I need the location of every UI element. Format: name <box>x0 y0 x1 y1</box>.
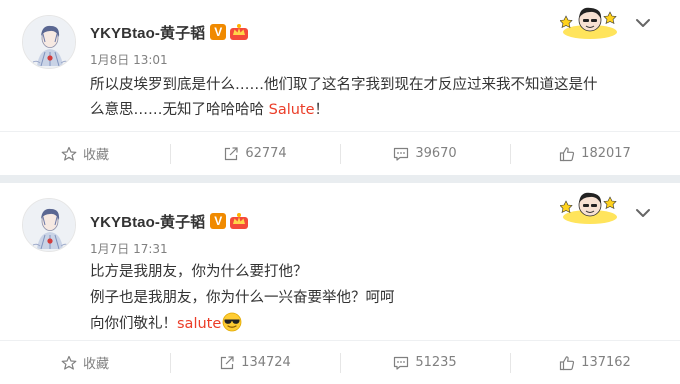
chevron-down-icon[interactable] <box>634 204 652 222</box>
weibo-feed: YKYBtao-黄子韬 1月8日 13:01 所以皮埃罗到底是什么……他们取了这… <box>0 0 680 384</box>
post-text-segment: 向你们敬礼！ <box>90 316 177 332</box>
like-button[interactable]: 182017 <box>510 132 680 175</box>
thumbs-up-icon <box>560 355 575 370</box>
author-name[interactable]: YKYBtao-黄子韬 <box>90 22 205 43</box>
comment-bubble-icon <box>394 356 409 370</box>
post-timestamp[interactable]: 1月7日 17:31 <box>90 240 168 257</box>
highlight-text[interactable]: Salute <box>269 102 315 118</box>
author-name[interactable]: YKYBtao-黄子韬 <box>90 211 205 232</box>
post-text-line: 所以皮埃罗到底是什么……他们取了这名字我到现在才反应过来我不知道这是什 <box>90 77 598 93</box>
repost-count: 134724 <box>241 355 291 370</box>
post-text-segment: ！ <box>314 102 330 118</box>
like-count: 182017 <box>581 146 631 161</box>
repost-button[interactable]: 134724 <box>170 341 340 384</box>
post-text: 所以皮埃罗到底是什么……他们取了这名字我到现在才反应过来我不知道这是什 么意思…… <box>90 73 650 123</box>
avatar[interactable] <box>22 15 76 69</box>
card-decoration-icon <box>560 7 617 39</box>
card-decoration-icon <box>560 192 617 224</box>
repost-count: 62774 <box>245 146 287 161</box>
favorite-label: 收藏 <box>82 357 109 372</box>
like-button[interactable]: 137162 <box>510 341 680 384</box>
post-card: YKYBtao-黄子韬 1月7日 17:31 比方是我朋友，你为什么要打他？ 例… <box>0 183 680 384</box>
like-count: 137162 <box>581 355 631 370</box>
post-actions: 收藏 134724 51235 137162 <box>0 340 680 384</box>
thumbs-up-icon <box>560 146 575 161</box>
favorite-label: 收藏 <box>82 148 109 163</box>
post-timestamp[interactable]: 1月8日 13:01 <box>90 51 168 68</box>
author-row: YKYBtao-黄子韬 <box>90 211 249 231</box>
sunglasses-emoji-icon <box>222 312 242 332</box>
member-crown-icon[interactable] <box>229 212 249 230</box>
verified-badge-icon[interactable] <box>210 213 227 229</box>
post-text-line: 比方是我朋友，你为什么要打他？ <box>90 264 308 280</box>
share-square-icon <box>225 146 238 160</box>
verified-badge-icon[interactable] <box>210 24 227 40</box>
chevron-down-icon[interactable] <box>634 14 652 32</box>
post-text-segment: 么意思……无知了哈哈哈哈 <box>90 102 269 118</box>
comment-bubble-icon <box>394 147 409 161</box>
post-card: YKYBtao-黄子韬 1月8日 13:01 所以皮埃罗到底是什么……他们取了这… <box>0 0 680 175</box>
post-text-line: 么意思……无知了哈哈哈哈 Salute！ <box>90 98 650 123</box>
comment-button[interactable]: 51235 <box>340 341 510 384</box>
post-text: 比方是我朋友，你为什么要打他？ 例子也是我朋友，你为什么一兴奋要举他？呵呵 向你… <box>90 259 650 337</box>
repost-button[interactable]: 62774 <box>170 132 340 175</box>
highlight-text[interactable]: salute <box>177 316 221 332</box>
favorite-button[interactable]: 收藏 <box>0 341 170 384</box>
avatar[interactable] <box>22 198 76 252</box>
star-outline-icon <box>61 146 77 161</box>
share-square-icon <box>221 355 234 369</box>
favorite-button[interactable]: 收藏 <box>0 132 170 175</box>
post-text-line: 向你们敬礼！salute <box>90 311 650 337</box>
author-row: YKYBtao-黄子韬 <box>90 22 249 42</box>
comment-count: 39670 <box>415 146 457 161</box>
comment-count: 51235 <box>415 355 457 370</box>
post-text-line: 例子也是我朋友，你为什么一兴奋要举他？呵呵 <box>90 290 395 306</box>
member-crown-icon[interactable] <box>229 23 249 41</box>
comment-button[interactable]: 39670 <box>340 132 510 175</box>
star-outline-icon <box>61 355 77 370</box>
post-actions: 收藏 62774 39670 182017 <box>0 131 680 175</box>
